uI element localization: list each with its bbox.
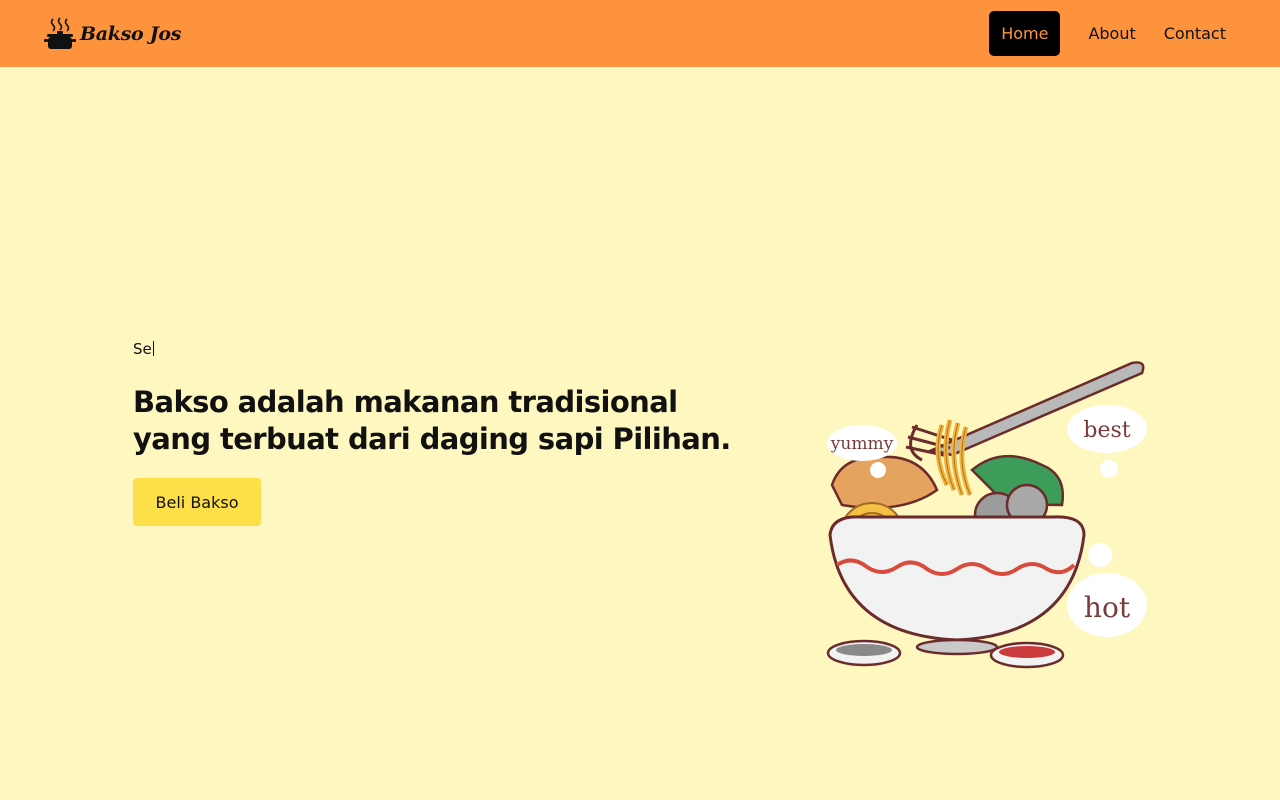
- bakso-bowl-illustration: yummy best hot: [826, 361, 1147, 669]
- navbar: Bakso Jos Home About Contact: [0, 0, 1280, 67]
- hero-headline: Bakso adalah makanan tradisional yang te…: [133, 384, 753, 458]
- hero-section: Se Bakso adalah makanan tradisional yang…: [133, 340, 753, 526]
- nav-link-about[interactable]: About: [1074, 12, 1149, 55]
- cooking-pot-icon: [44, 16, 76, 49]
- headline-line-2: yang terbuat dari daging sapi Pilihan.: [133, 422, 731, 456]
- best-bubble: best: [1067, 405, 1147, 478]
- typing-text: Se: [133, 340, 753, 362]
- beli-bakso-button[interactable]: Beli Bakso: [133, 478, 261, 526]
- best-text: best: [1083, 418, 1130, 443]
- headline-line-1: Bakso adalah makanan tradisional: [133, 385, 678, 419]
- nav-link-contact[interactable]: Contact: [1150, 12, 1240, 55]
- yummy-text: yummy: [830, 434, 894, 454]
- brand-name: Bakso Jos: [80, 22, 182, 45]
- typing-text-value: Se: [133, 340, 152, 358]
- hot-text: hot: [1084, 591, 1131, 624]
- typing-caret: [152, 341, 154, 356]
- brand-logo[interactable]: Bakso Jos: [44, 16, 181, 52]
- nav-link-home[interactable]: Home: [989, 11, 1061, 56]
- nav-links: Home About Contact: [989, 11, 1240, 56]
